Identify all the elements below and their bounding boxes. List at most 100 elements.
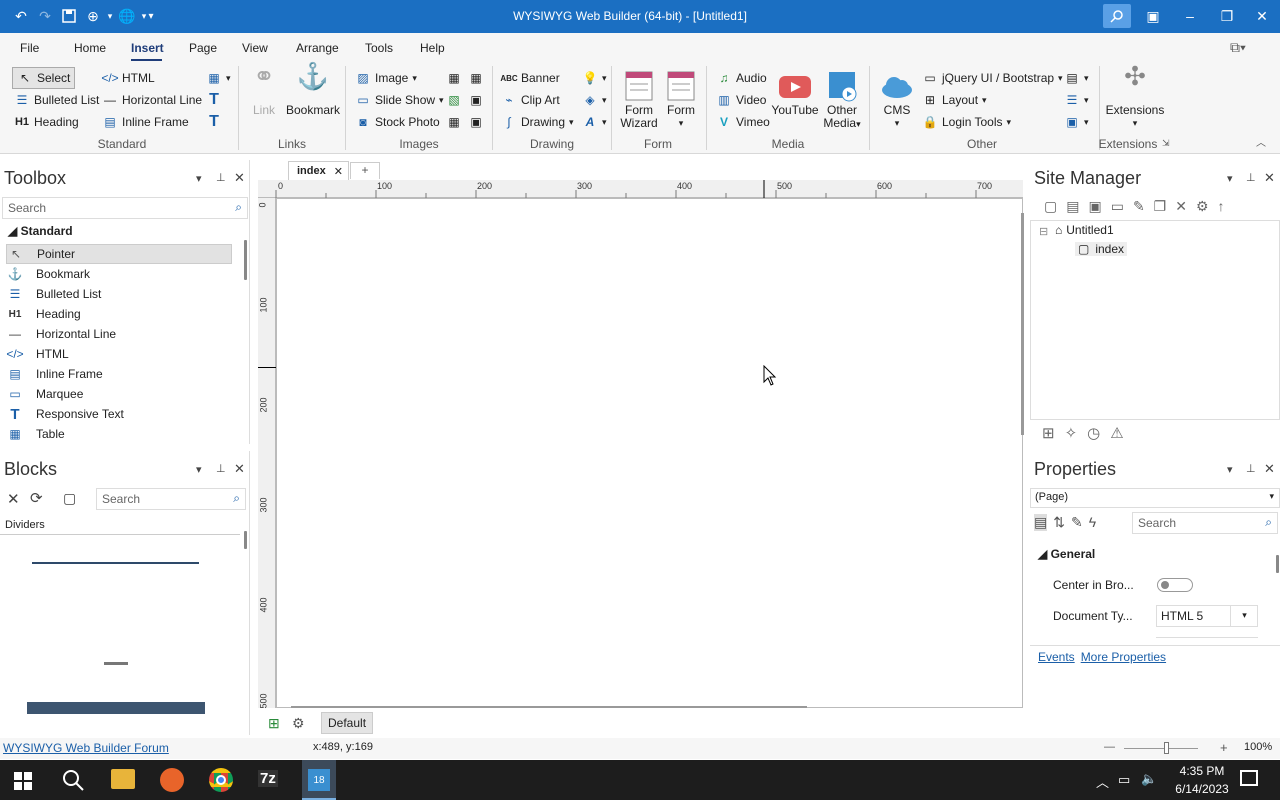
text-button[interactable]: T [206, 91, 222, 108]
tree-page-index[interactable]: ▢ index [1075, 242, 1128, 256]
search-icon[interactable]: ⌕ [233, 491, 240, 506]
block-preview-line[interactable] [32, 562, 199, 564]
drawing-button[interactable]: ∫ Drawing ▾ [501, 114, 573, 130]
dropdown-icon[interactable]: ▾ [196, 463, 202, 476]
tab-index[interactable]: index ✕ [288, 161, 349, 180]
refresh-icon[interactable]: ⟳ [30, 489, 43, 507]
block-preview-bar[interactable] [27, 702, 205, 714]
image-button[interactable]: ▨ Image ▾ [355, 70, 417, 86]
duplicate-icon[interactable]: ❐ [1154, 198, 1167, 215]
master-page-default-button[interactable]: Default [321, 712, 374, 734]
clear-icon[interactable]: ✕ [7, 490, 20, 508]
toolbox-item-heading[interactable]: H1 Heading [6, 304, 232, 324]
sitemap-icon[interactable]: ⊞ [1042, 424, 1055, 442]
dropdown-icon[interactable]: ▾ [196, 172, 202, 185]
other-media-button[interactable]: Other Media▾ [820, 70, 864, 131]
pin-icon[interactable]: ⊥ [1246, 462, 1256, 475]
search-icon[interactable]: ⌕ [1265, 515, 1272, 530]
cms-button[interactable]: CMS ▾ [876, 70, 918, 130]
pin-icon[interactable]: ⊥ [1246, 171, 1256, 184]
toolbox-item-table[interactable]: ▦ Table [6, 424, 232, 444]
close-icon[interactable]: ✕ [1264, 170, 1275, 186]
responsive-text-button[interactable]: T [206, 113, 222, 130]
block-preview-text[interactable] [104, 662, 128, 665]
events-icon[interactable]: ϟ [1089, 514, 1096, 531]
link-button[interactable]: ⚭ Link [246, 63, 282, 117]
zoom-in-icon[interactable]: + [1220, 740, 1228, 755]
toolbox-item-inline-frame[interactable]: ▤ Inline Frame [6, 364, 232, 384]
properties-scrollbar[interactable] [1276, 555, 1279, 573]
blocks-search-input[interactable]: Search ⌕ [96, 488, 246, 510]
forum-link[interactable]: WYSIWYG Web Builder Forum [3, 741, 169, 755]
notifications-icon[interactable] [1240, 770, 1258, 786]
close-icon[interactable]: ✕ [1264, 461, 1275, 477]
7zip-icon[interactable]: 7z [258, 770, 278, 787]
menu-tools[interactable]: Tools [365, 41, 393, 55]
blocks-scrollbar[interactable] [244, 531, 247, 549]
audio-button[interactable]: ♫ Audio [716, 70, 767, 86]
shapes-button[interactable]: ◈ ▾ [582, 92, 606, 108]
tree-root[interactable]: ⌂ Untitled1 [1055, 223, 1114, 237]
chevron-down-icon[interactable]: ▾ [1230, 605, 1258, 627]
canvas-horizontal-scrollbar[interactable] [291, 706, 807, 708]
zoom-slider[interactable] [1124, 748, 1198, 749]
pin-icon[interactable]: ✧ [1065, 424, 1078, 442]
search-icon[interactable] [1103, 4, 1131, 28]
select-button[interactable]: ↖ Select [12, 67, 76, 89]
settings-icon[interactable]: ⚙ [1196, 198, 1209, 215]
section-general[interactable]: ◢ General [1038, 547, 1095, 561]
toolbox-item-responsive-text[interactable]: T Responsive Text [6, 404, 232, 424]
youtube-button[interactable]: YouTube [770, 70, 820, 117]
pin-icon[interactable]: ⊥ [216, 462, 226, 475]
close-tab-icon[interactable]: ✕ [334, 165, 343, 178]
new-tab-button[interactable]: + [350, 162, 380, 179]
new-page-icon[interactable]: ▢ [1044, 198, 1057, 215]
properties-search-input[interactable]: Search ⌕ [1132, 512, 1278, 534]
vimeo-button[interactable]: V Vimeo [716, 114, 770, 130]
banner-button[interactable]: ABC Banner [500, 70, 559, 86]
extensions-button[interactable]: ✣ Extensions ▾ [1104, 63, 1166, 130]
toolbox-item-horizontal-line[interactable]: — Horizontal Line [6, 324, 232, 344]
other-tools-3[interactable]: ▣ ▾ [1064, 114, 1088, 130]
wrench-icon[interactable]: ✎ [1071, 514, 1083, 531]
canvas-vertical-scrollbar[interactable] [1021, 213, 1024, 435]
windows-start-icon[interactable] [14, 772, 32, 790]
toolbox-item-bookmark[interactable]: ⚓ Bookmark [6, 264, 232, 284]
toolbox-category[interactable]: ◢ Standard [8, 224, 73, 238]
page-template-icon[interactable]: ▣ [1088, 198, 1101, 215]
image-grid-icon[interactable]: ▣ [468, 114, 484, 130]
add-master-icon[interactable]: ⊞ [268, 715, 280, 732]
pin-icon[interactable]: ⊥ [216, 171, 226, 184]
file-explorer-icon[interactable] [111, 769, 135, 789]
close-icon[interactable]: ✕ [1252, 6, 1272, 26]
events-link[interactable]: Events [1038, 650, 1075, 664]
folder-icon[interactable]: ▢ [63, 490, 76, 507]
zoom-out-icon[interactable]: — [1104, 741, 1115, 753]
form-wizard-button[interactable]: Form Wizard [618, 70, 660, 130]
firefox-icon[interactable] [160, 768, 184, 792]
menu-page[interactable]: Page [189, 41, 217, 55]
clip-art-button[interactable]: ⌁ Clip Art [501, 92, 559, 108]
toolbox-scrollbar[interactable] [244, 240, 247, 280]
slide-show-button[interactable]: ▭ Slide Show ▾ [355, 92, 443, 108]
video-button[interactable]: ▥ Video [716, 92, 766, 108]
center-in-browser-toggle[interactable] [1157, 578, 1193, 592]
bookmark-button[interactable]: ⚓ Bookmark [286, 63, 340, 117]
menu-insert[interactable]: Insert [131, 41, 164, 55]
toolbox-item-marquee[interactable]: ▭ Marquee [6, 384, 232, 404]
page-canvas[interactable] [276, 198, 1024, 708]
clock-time[interactable]: 4:35 PM [1168, 764, 1236, 778]
menu-arrange[interactable]: Arrange [296, 41, 339, 55]
other-tools-1[interactable]: ▤ ▾ [1064, 70, 1088, 86]
show-hidden-icons[interactable]: ︿ [1096, 772, 1109, 791]
photo-gallery-icon[interactable]: ▦ [468, 70, 484, 86]
dialog-launcher-icon[interactable]: ⇲ [1162, 138, 1170, 149]
menu-view[interactable]: View [242, 41, 268, 55]
layout-switch-icon[interactable]: ⧉▾ [1230, 39, 1246, 56]
maximize-icon[interactable]: ❐ [1217, 6, 1237, 26]
ribbon-display-icon[interactable]: ▣ [1143, 6, 1163, 26]
clock-date[interactable]: 6/14/2023 [1168, 782, 1236, 796]
close-icon[interactable]: ✕ [234, 170, 245, 186]
toolbox-item-pointer[interactable]: ↖ Pointer [6, 244, 232, 264]
history-icon[interactable]: ◷ [1087, 424, 1100, 442]
